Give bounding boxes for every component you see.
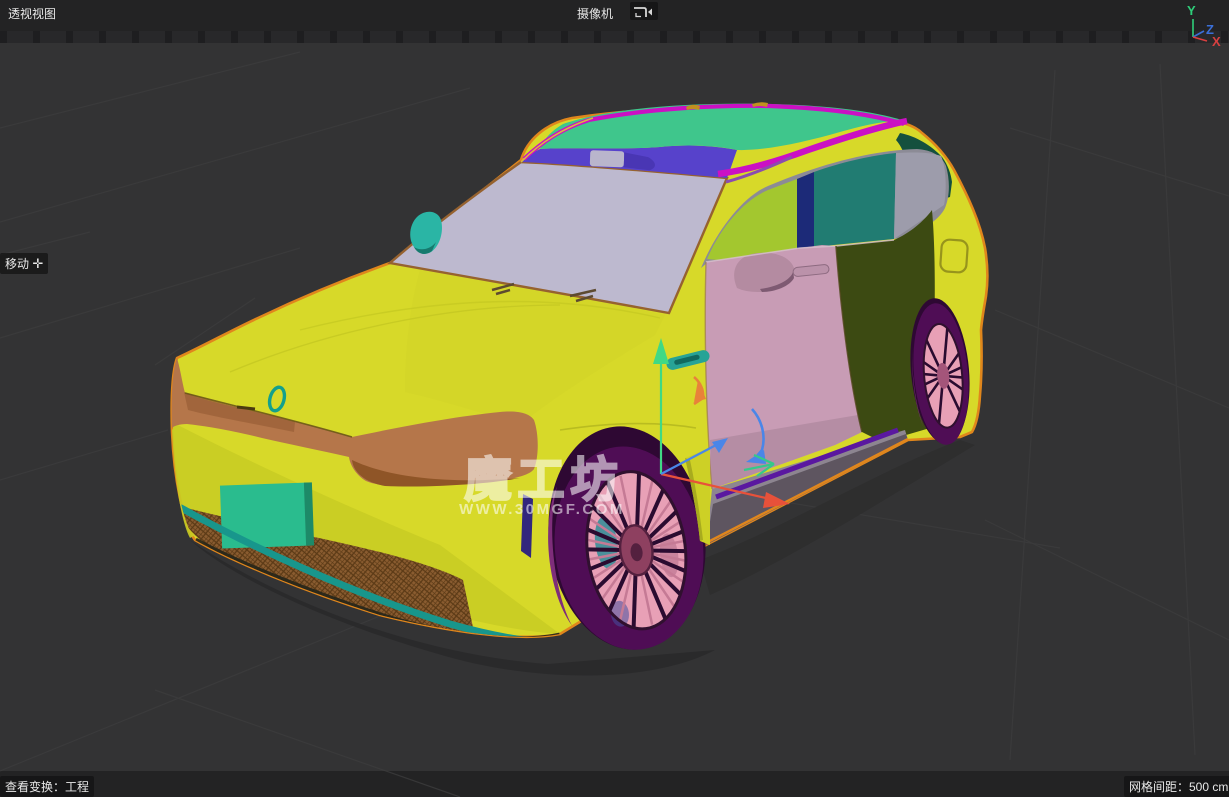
svg-text:X: X <box>1212 34 1221 49</box>
svg-text:WWW.30MGF.COM: WWW.30MGF.COM <box>459 501 625 518</box>
svg-text:Y: Y <box>1187 3 1196 18</box>
svg-text:魔工坊: 魔工坊 <box>465 453 624 506</box>
